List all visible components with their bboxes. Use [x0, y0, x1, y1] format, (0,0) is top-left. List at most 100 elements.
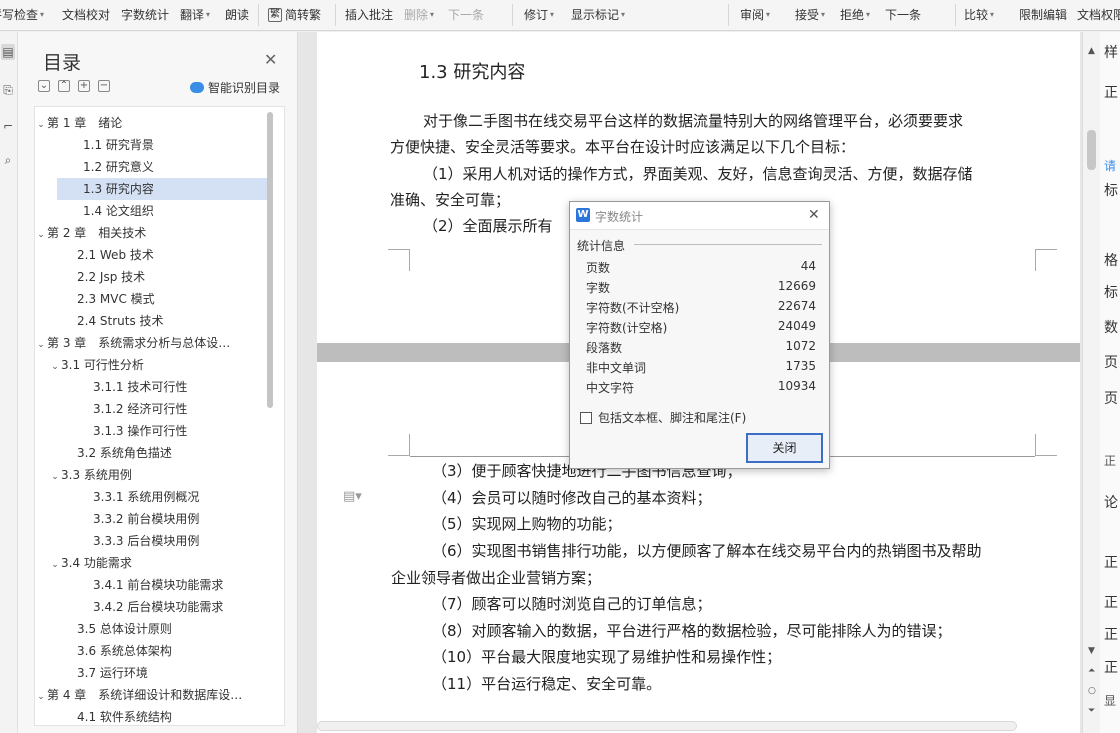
style-panel-glyph[interactable]: 标	[1104, 180, 1118, 200]
style-panel-glyph[interactable]: 正	[1104, 452, 1116, 469]
style-panel-glyph[interactable]: 格	[1104, 250, 1118, 270]
style-panel-glyph[interactable]: 正	[1104, 592, 1118, 612]
toc-item[interactable]: 3.3.1 系统用例概况	[35, 486, 270, 508]
style-panel-glyph[interactable]: 样	[1104, 42, 1118, 62]
style-panel-glyph[interactable]: 论	[1104, 492, 1118, 512]
toc-item[interactable]: 3.5 总体设计原则	[35, 618, 270, 640]
ribbon-item[interactable]: 文档权限	[1077, 6, 1120, 24]
close-icon[interactable]: ✕	[264, 50, 277, 69]
toc-item[interactable]: 3.7 运行环境	[35, 662, 270, 684]
chevron-down-icon[interactable]: ⌄	[35, 686, 47, 706]
toc-item[interactable]: 3.1.2 经济可行性	[35, 398, 270, 420]
style-panel-glyph[interactable]: 数	[1104, 317, 1118, 337]
toc-item[interactable]: 3.3.2 前台模块用例	[35, 508, 270, 530]
toc-item[interactable]: ⌄ 3.3 系统用例	[35, 464, 270, 486]
toc-item[interactable]: ⌄ 3.4 功能需求	[35, 552, 270, 574]
ribbon-item[interactable]: 朗读	[225, 6, 249, 24]
ribbon-item[interactable]: 删除 ▾	[404, 6, 434, 24]
ribbon-item[interactable]: 审阅 ▾	[740, 6, 770, 24]
ribbon-item[interactable]: 插入批注	[345, 6, 393, 24]
bookmark-icon[interactable]: ⌐	[1, 118, 15, 134]
toc-item[interactable]: 2.1 Web 技术	[35, 244, 270, 266]
collapse-all-icon[interactable]: ⌄	[38, 80, 50, 92]
toc-item[interactable]: 3.1.1 技术可行性	[35, 376, 270, 398]
style-panel-glyph[interactable]: 请	[1104, 157, 1116, 174]
chapter-nav-icon[interactable]: ⎘	[1, 82, 15, 98]
ribbon-item[interactable]: 字数统计	[121, 6, 169, 24]
ribbon-item-label: 文档权限	[1077, 8, 1120, 22]
smart-toc-button[interactable]: 智能识别目录	[190, 79, 280, 96]
toc-item[interactable]: 2.3 MVC 模式	[35, 288, 270, 310]
horizontal-scrollbar[interactable]	[317, 721, 1017, 731]
ribbon-item[interactable]: 下一条	[885, 6, 921, 24]
chevron-down-icon[interactable]: ⌄	[35, 224, 47, 244]
expand-all-icon[interactable]: ⌃	[58, 80, 70, 92]
toc-item[interactable]: 3.1.3 操作可行性	[35, 420, 270, 442]
style-panel-glyph[interactable]: 正	[1104, 552, 1118, 572]
ribbon-item[interactable]: 限制编辑	[1019, 6, 1067, 24]
document-vertical-scrollbar[interactable]: ▲ ▼ ⏶ ○ ⏷	[1082, 32, 1100, 733]
toc-item[interactable]: 1.3 研究内容	[57, 178, 268, 200]
toc-item[interactable]: ⌄ 第 4 章 系统详细设计和数据库设…	[35, 684, 270, 706]
toc-panel-icon[interactable]: ▤	[1, 44, 15, 60]
toc-item[interactable]: 2.4 Struts 技术	[35, 310, 270, 332]
style-panel-glyph[interactable]: 页	[1104, 388, 1118, 408]
checkbox-box[interactable]	[580, 411, 592, 424]
toc-item[interactable]: 3.2 系统角色描述	[35, 442, 270, 464]
ribbon-item[interactable]: 拒绝 ▾	[840, 6, 870, 24]
chevron-down-icon[interactable]: ⌄	[35, 114, 47, 134]
search-icon[interactable]: ⌕	[1, 152, 15, 168]
style-panel-glyph[interactable]: 正	[1104, 624, 1118, 644]
ribbon-item[interactable]: 文档校对	[62, 6, 110, 24]
chevron-down-icon[interactable]: ⌄	[49, 356, 61, 376]
style-panel-glyph[interactable]: 显	[1104, 692, 1116, 709]
style-panel-glyph[interactable]: 页	[1104, 352, 1118, 372]
ribbon-item-label: 下一条	[885, 8, 922, 22]
style-panel-glyph[interactable]: 标	[1104, 282, 1118, 302]
toc-item[interactable]: 1.4 论文组织	[35, 200, 270, 222]
toc-item[interactable]: ⌄ 第 3 章 系统需求分析与总体设…	[35, 332, 270, 354]
toc-item[interactable]: ⌄ 第 2 章 相关技术	[35, 222, 270, 244]
chevron-down-icon[interactable]: ⌄	[49, 466, 61, 486]
toc-item[interactable]: 3.6 系统总体架构	[35, 640, 270, 662]
ribbon-item[interactable]: 修订 ▾	[524, 6, 554, 24]
scroll-down-icon[interactable]: ▼	[1088, 646, 1095, 656]
prev-page-icon[interactable]: ⏶	[1088, 666, 1095, 676]
toc-item[interactable]: 3.4.2 后台模块功能需求	[35, 596, 270, 618]
close-button[interactable]: 关闭	[746, 433, 823, 463]
add-heading-icon[interactable]: +	[78, 80, 90, 92]
scroll-thumb[interactable]	[1087, 130, 1096, 170]
toc-item[interactable]: 2.2 Jsp 技术	[35, 266, 270, 288]
scroll-up-icon[interactable]: ▲	[1088, 46, 1095, 56]
toc-item[interactable]: 1.2 研究意义	[35, 156, 270, 178]
toc-item[interactable]: 3.3.3 后台模块用例	[35, 530, 270, 552]
close-icon[interactable]: ✕	[808, 207, 820, 223]
cloud-icon	[190, 82, 204, 93]
ribbon-item[interactable]: 繁简转繁	[268, 6, 321, 24]
chevron-down-icon[interactable]: ⌄	[49, 554, 61, 574]
paragraph-line: （10）平台最大限度地实现了易维护性和易操作性；	[432, 648, 782, 666]
paragraph-tool-icon[interactable]: ▤▾	[343, 489, 362, 504]
toc-item[interactable]: 3.4.1 前台模块功能需求	[35, 574, 270, 596]
select-browse-icon[interactable]: ○	[1088, 686, 1096, 696]
next-page-icon[interactable]: ⏷	[1088, 706, 1095, 716]
chevron-down-icon[interactable]: ⌄	[35, 334, 47, 354]
ribbon-item[interactable]: 比较 ▾	[964, 6, 994, 24]
paragraph-line: （11）平台运行稳定、安全可靠。	[432, 675, 662, 693]
toc-item[interactable]: 1.1 研究背景	[35, 134, 270, 156]
include-textbox-checkbox[interactable]: 包括文本框、脚注和尾注(F)	[580, 409, 746, 426]
ribbon-item-label: 简转繁	[285, 8, 322, 22]
style-panel-glyph[interactable]: 正	[1104, 657, 1118, 677]
style-panel-glyph[interactable]: 正	[1104, 82, 1118, 102]
toc-item[interactable]: 4.1 软件系统结构	[35, 706, 270, 725]
toc-item[interactable]: ⌄ 3.1 可行性分析	[35, 354, 270, 376]
ribbon-item[interactable]: 下一条	[448, 6, 484, 24]
toc-item-label: 1.3 研究内容	[83, 182, 154, 196]
ribbon-item[interactable]: 翻译 ▾	[180, 6, 210, 24]
toc-item[interactable]: ⌄ 第 1 章 绪论	[35, 112, 270, 134]
ribbon-item[interactable]: 显示标记 ▾	[571, 6, 625, 24]
ribbon-item[interactable]: 拼写检查▾	[0, 6, 44, 24]
toc-scrollbar[interactable]	[267, 112, 273, 408]
ribbon-item[interactable]: 接受 ▾	[795, 6, 825, 24]
remove-heading-icon[interactable]: −	[98, 80, 110, 92]
